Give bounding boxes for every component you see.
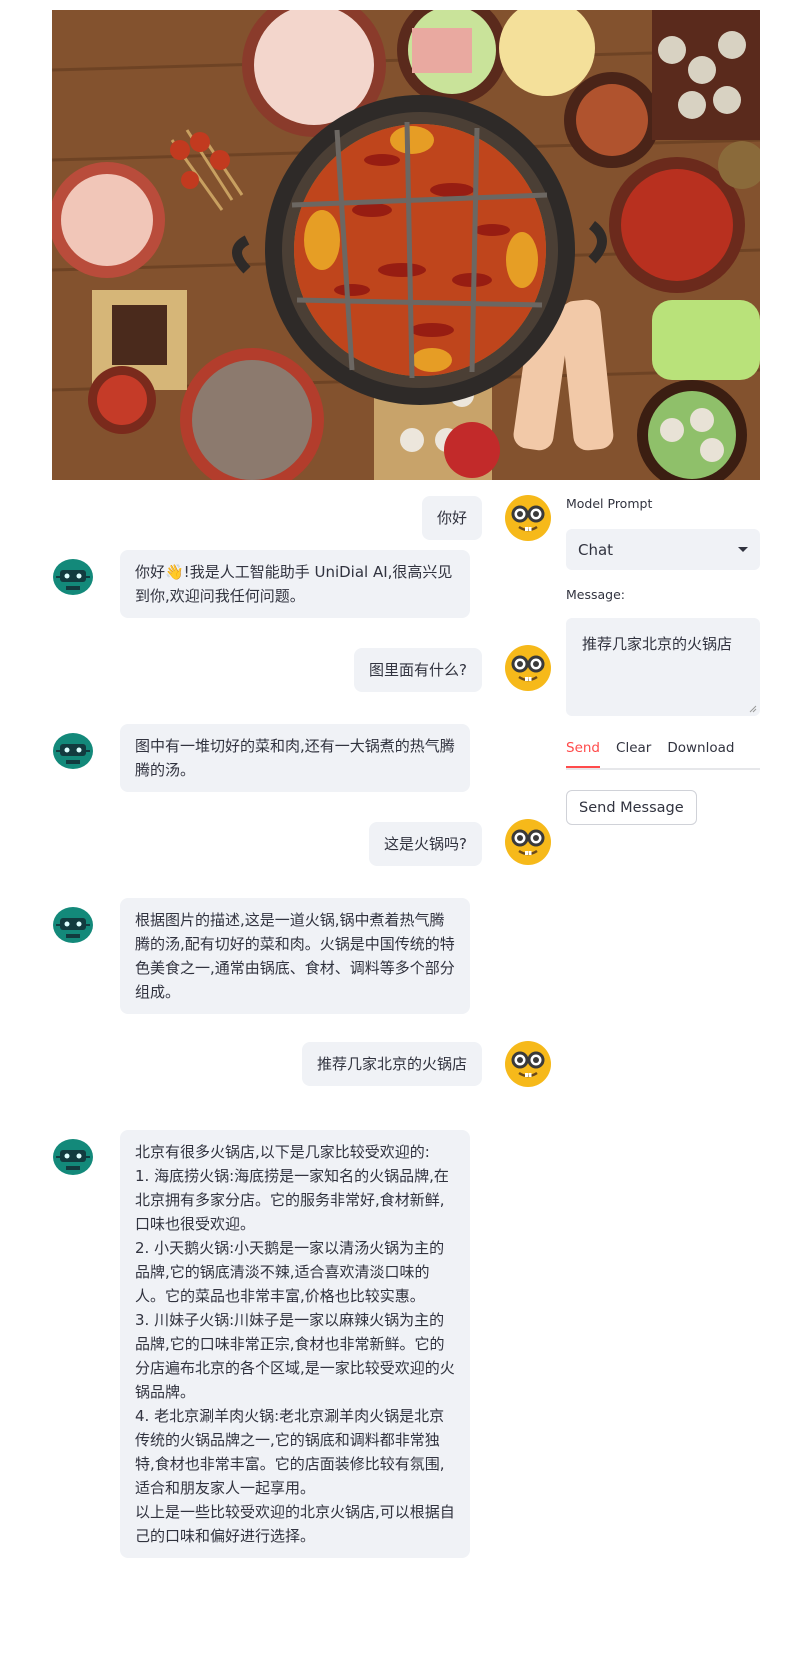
assistant-message-text: 图中有一堆切好的菜和肉,还有一大锅煮的热气腾腾的汤。	[120, 724, 470, 792]
assistant-message-text: 你好👋!我是人工智能助手 UniDial AI,很高兴见到你,欢迎问我任何问题。	[120, 550, 470, 618]
user-avatar-nerd-face-icon	[505, 495, 551, 541]
chevron-down-icon	[738, 547, 748, 552]
resize-handle-icon[interactable]	[749, 705, 757, 713]
assistant-message-text: 根据图片的描述,这是一道火锅,锅中煮着热气腾腾的汤,配有切好的菜和肉。火锅是中国…	[120, 898, 470, 1014]
user-message-text: 推荐几家北京的火锅店	[301, 1042, 482, 1086]
model-prompt-select[interactable]: Chat	[566, 529, 760, 570]
hotpot-image	[52, 10, 760, 480]
message-input[interactable]: 推荐几家北京的火锅店	[566, 618, 760, 716]
assistant-message-text: 北京有很多火锅店,以下是几家比较受欢迎的: 1. 海底捞火锅:海底捞是一家知名的…	[120, 1130, 470, 1558]
bot-avatar-robot-icon	[53, 1139, 93, 1175]
user-avatar-nerd-face-icon	[505, 645, 551, 691]
user-message-text: 图里面有什么?	[354, 648, 482, 692]
bot-avatar-robot-icon	[53, 559, 93, 595]
bot-avatar-robot-icon	[53, 733, 93, 769]
tab-clear[interactable]: Clear	[616, 738, 651, 766]
model-prompt-label: Model Prompt	[566, 496, 653, 511]
tab-download[interactable]: Download	[667, 738, 734, 766]
user-avatar-nerd-face-icon	[505, 819, 551, 865]
action-tabs: Send Clear Download	[566, 738, 760, 770]
message-label: Message:	[566, 587, 625, 602]
user-message-text: 你好	[421, 496, 482, 540]
bot-avatar-robot-icon	[53, 907, 93, 943]
user-avatar-nerd-face-icon	[505, 1041, 551, 1087]
tab-send[interactable]: Send	[566, 738, 601, 768]
send-message-button[interactable]: Send Message	[566, 790, 697, 825]
model-prompt-value: Chat	[578, 540, 614, 559]
user-message-text: 这是火锅吗?	[369, 822, 482, 866]
message-input-value: 推荐几家北京的火锅店	[582, 635, 733, 653]
